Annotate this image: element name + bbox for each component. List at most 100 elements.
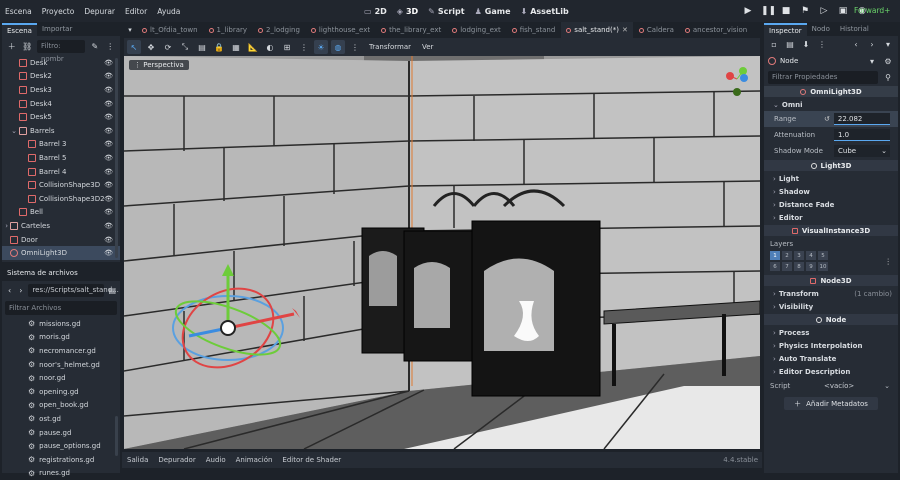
scene-tab[interactable]: 1_library bbox=[204, 22, 252, 38]
scene-tree-row[interactable]: Bell 👁 bbox=[2, 206, 120, 220]
inspected-node-name[interactable]: Node bbox=[780, 57, 862, 65]
bottom-tab-debugger[interactable]: Depurador bbox=[158, 456, 195, 464]
play-scene-icon[interactable]: ▷ bbox=[818, 6, 830, 16]
scene-tab[interactable]: 2_lodging bbox=[253, 22, 305, 38]
forward-icon[interactable]: › bbox=[17, 284, 24, 296]
layer-toggle[interactable]: 6 bbox=[770, 262, 780, 271]
tab-inspector[interactable]: Inspector bbox=[764, 23, 807, 36]
scene-tree-row[interactable]: Desk 👁 bbox=[2, 56, 120, 70]
scene-tree-row[interactable]: › Carteles 👁 bbox=[2, 219, 120, 233]
layer-toggle[interactable]: 7 bbox=[782, 262, 792, 271]
layers-more-icon[interactable]: ⋮ bbox=[885, 257, 893, 266]
scene-tab[interactable]: fish_stand bbox=[507, 22, 561, 38]
scene-tab[interactable]: Caldera bbox=[634, 22, 679, 38]
bottom-tab-animation[interactable]: Animación bbox=[236, 456, 273, 464]
inspector-group[interactable]: › Physics Interpolation bbox=[764, 339, 898, 352]
visibility-eye-icon[interactable]: 👁 bbox=[104, 249, 113, 257]
menu-editor[interactable]: Editor bbox=[120, 7, 152, 16]
visibility-eye-icon[interactable]: 👁 bbox=[104, 59, 113, 67]
layer-toggle[interactable]: 1 bbox=[770, 251, 780, 260]
scene-tree-row[interactable]: OmniLight3D 👁 bbox=[2, 246, 120, 260]
scene-tree-row[interactable]: Barrel 4 👁 bbox=[2, 165, 120, 179]
inspector-group[interactable]: › Editor Description bbox=[764, 365, 898, 378]
history-back-icon[interactable]: ‹ bbox=[850, 39, 862, 51]
layer-toggle[interactable]: 10 bbox=[818, 262, 828, 271]
visibility-eye-icon[interactable]: 👁 bbox=[104, 222, 113, 230]
file-list-scrollbar[interactable] bbox=[115, 416, 118, 456]
workspace-3d-button[interactable]: ◈ 3D bbox=[393, 7, 422, 16]
select-mode-icon[interactable]: ↖ bbox=[127, 40, 141, 54]
scene-tree-scrollbar[interactable] bbox=[115, 58, 118, 258]
list-select-icon[interactable]: ▤ bbox=[195, 40, 209, 54]
file-list-item[interactable]: ⚙ open_book.gd bbox=[2, 399, 120, 413]
play-icon[interactable]: ▶ bbox=[742, 6, 754, 16]
scene-tree-row[interactable]: Door 👁 bbox=[2, 233, 120, 247]
chevron-down-icon[interactable]: ⌄ bbox=[884, 382, 890, 390]
scene-tree-row[interactable]: ⌄ Barrels 👁 bbox=[2, 124, 120, 138]
inspector-more-icon[interactable]: ⋮ bbox=[816, 39, 828, 51]
workspace-assetlib-button[interactable]: ⬇ AssetLib bbox=[517, 7, 573, 16]
bottom-tab-shader-editor[interactable]: Editor de Shader bbox=[282, 456, 341, 464]
scene-tree-row[interactable]: Desk4 👁 bbox=[2, 97, 120, 111]
scene-tab[interactable]: lt_Ofdia_town bbox=[137, 22, 203, 38]
menu-proyecto[interactable]: Proyecto bbox=[37, 7, 80, 16]
visibility-eye-icon[interactable]: 👁 bbox=[104, 154, 113, 162]
perspective-button[interactable]: ⋮ Perspectiva bbox=[129, 60, 189, 70]
3d-viewport[interactable]: ⋮ Perspectiva bbox=[124, 56, 760, 449]
history-forward-icon[interactable]: › bbox=[866, 39, 878, 51]
file-list-item[interactable]: ⚙ moris.gd bbox=[2, 331, 120, 345]
file-list-item[interactable]: ⚙ noor.gd bbox=[2, 371, 120, 385]
file-list-item[interactable]: ⚙ noor's_helmet.gd bbox=[2, 358, 120, 372]
link-icon[interactable]: ⛓ bbox=[21, 40, 32, 52]
file-list-item[interactable]: ⚙ missions.gd bbox=[2, 317, 120, 331]
pause-icon[interactable]: ❚❚ bbox=[761, 6, 776, 16]
view-menu[interactable]: Ver bbox=[418, 43, 437, 51]
workspace-game-button[interactable]: ♟ Game bbox=[471, 7, 515, 16]
visibility-eye-icon[interactable]: 👁 bbox=[104, 113, 113, 121]
sun-preview-icon[interactable]: ☀ bbox=[314, 40, 328, 54]
visibility-eye-icon[interactable]: 👁 bbox=[104, 86, 113, 94]
script-attach-icon[interactable]: ✎ bbox=[89, 40, 100, 52]
back-icon[interactable]: ‹ bbox=[6, 284, 13, 296]
group-transform[interactable]: › Transform (1 cambio) bbox=[764, 287, 898, 300]
scale-mode-icon[interactable]: ⤡ bbox=[178, 40, 192, 54]
scene-filter-input[interactable]: Filtro: nombr bbox=[36, 39, 86, 63]
rotate-mode-icon[interactable]: ⟳ bbox=[161, 40, 175, 54]
layer-toggle[interactable]: 9 bbox=[806, 262, 816, 271]
scene-tab[interactable]: ancestor_vision bbox=[680, 22, 752, 38]
group-icon[interactable]: ▦ bbox=[229, 40, 243, 54]
revert-icon[interactable]: ↺ bbox=[824, 115, 830, 123]
scene-tree-row[interactable]: Barrel 5 👁 bbox=[2, 151, 120, 165]
play-custom-icon[interactable]: ▣ bbox=[837, 6, 849, 16]
viewport-more-icon[interactable]: ⋮ bbox=[348, 40, 362, 54]
expand-icon[interactable]: ⌄ bbox=[2, 127, 19, 135]
visibility-eye-icon[interactable]: 👁 bbox=[104, 100, 113, 108]
close-icon[interactable]: ✕ bbox=[622, 26, 628, 34]
range-field[interactable]: 22.082 bbox=[833, 113, 890, 125]
menu-ayuda[interactable]: Ayuda bbox=[152, 7, 185, 16]
bottom-tab-output[interactable]: Salida bbox=[127, 456, 148, 464]
inspector-group[interactable]: › Light bbox=[764, 172, 898, 185]
move-mode-icon[interactable]: ✥ bbox=[144, 40, 158, 54]
file-list-item[interactable]: ⚙ opening.gd bbox=[2, 385, 120, 399]
layer-toggle[interactable]: 4 bbox=[806, 251, 816, 260]
tab-nodo[interactable]: Nodo bbox=[806, 23, 835, 36]
tab-historial[interactable]: Historial bbox=[834, 23, 874, 36]
shadow-mode-select[interactable]: Cube ⌄ bbox=[834, 145, 890, 157]
scene-tree-row[interactable]: Desk5 👁 bbox=[2, 110, 120, 124]
more-icon[interactable]: ⋮ bbox=[297, 40, 311, 54]
menu-depurar[interactable]: Depurar bbox=[79, 7, 120, 16]
save-resource-icon[interactable]: ⬇ bbox=[800, 39, 812, 51]
file-list-item[interactable]: ⚙ pause_options.gd bbox=[2, 439, 120, 453]
object-dropdown-icon[interactable]: ▾ bbox=[866, 55, 878, 67]
inspector-group[interactable]: › Editor bbox=[764, 211, 898, 224]
inspector-group[interactable]: › Process bbox=[764, 326, 898, 339]
environment-preview-icon[interactable]: ◍ bbox=[331, 40, 345, 54]
visibility-eye-icon[interactable]: 👁 bbox=[104, 168, 113, 176]
new-resource-icon[interactable]: ▫ bbox=[768, 39, 780, 51]
scene-tab[interactable]: the_library_ext bbox=[376, 22, 446, 38]
group-visibility[interactable]: › Visibility bbox=[764, 300, 898, 313]
script-field[interactable]: <vacío> bbox=[824, 382, 884, 390]
file-list-item[interactable]: ⚙ runes.gd bbox=[2, 467, 120, 480]
remote-debug-icon[interactable]: ⚑ bbox=[799, 6, 811, 16]
